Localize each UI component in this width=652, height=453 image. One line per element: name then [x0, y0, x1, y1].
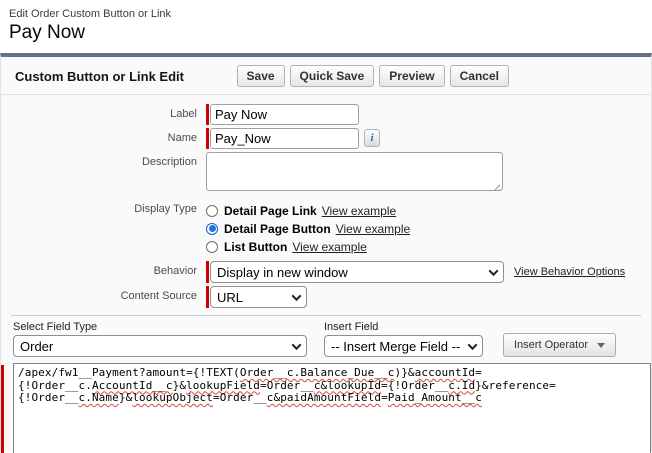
field-type-selected-value: Order: [20, 338, 54, 354]
behavior-row: Behavior Display in new window View Beha…: [1, 261, 651, 283]
radio-option-label[interactable]: List Button: [224, 240, 287, 254]
page-title: Pay Now: [9, 22, 86, 43]
breadcrumb: Edit Order Custom Button or Link: [9, 8, 172, 20]
required-indicator: [206, 286, 209, 308]
preview-button[interactable]: Preview: [379, 65, 445, 87]
insert-field-select[interactable]: -- Insert Merge Field --: [324, 335, 483, 357]
view-behavior-options-link[interactable]: View Behavior Options: [514, 266, 625, 278]
required-indicator: [206, 261, 209, 283]
page-header: Edit Order Custom Button or Link Pay Now: [0, 0, 652, 44]
view-example-link[interactable]: View example: [292, 240, 366, 254]
action-button-group: Save Quick Save Preview Cancel: [236, 65, 509, 87]
label-field-label: Label: [170, 108, 197, 120]
view-example-link[interactable]: View example: [322, 204, 396, 218]
behavior-label: Behavior: [153, 265, 197, 277]
field-type-label: Select Field Type: [13, 321, 98, 333]
description-textarea[interactable]: [206, 152, 503, 191]
section-title: Custom Button or Link Edit: [15, 68, 184, 84]
cancel-button[interactable]: Cancel: [449, 65, 509, 87]
insert-field-column: Insert Field -- Insert Merge Field --: [324, 321, 483, 357]
chevron-down-icon: [467, 339, 478, 350]
radio-option-label[interactable]: Detail Page Button: [224, 222, 331, 236]
description-field-label: Description: [141, 156, 197, 168]
quick-save-button[interactable]: Quick Save: [289, 65, 375, 87]
content-source-row: Content Source URL: [1, 286, 651, 308]
name-row: Name i: [1, 128, 651, 149]
label-row: Label: [1, 104, 651, 125]
insert-operator-label: Insert Operator: [514, 339, 588, 351]
radio-option-list-button: List Button View example: [206, 238, 410, 255]
edit-panel: Custom Button or Link Edit Save Quick Sa…: [0, 53, 652, 453]
edit-form: Label Name i Description: [1, 95, 651, 308]
info-icon[interactable]: i: [364, 129, 380, 147]
chevron-down-icon: [291, 290, 302, 301]
formula-editor-toolbar: Select Field Type Order Insert Field -- …: [1, 321, 651, 357]
radio-option-detail-page-link: Detail Page Link View example: [206, 202, 410, 219]
name-input[interactable]: [210, 128, 359, 149]
insert-operator-button[interactable]: Insert Operator: [503, 333, 616, 357]
insert-field-selected-value: -- Insert Merge Field --: [331, 338, 461, 354]
content-source-selected-value: URL: [217, 289, 244, 305]
save-button[interactable]: Save: [236, 65, 285, 87]
radio-option-detail-page-button: Detail Page Button View example: [206, 220, 410, 237]
insert-field-label: Insert Field: [324, 321, 379, 333]
required-indicator: [206, 104, 209, 125]
section-divider: [11, 315, 641, 316]
formula-area: /apex/fw1__Payment?amount={!TEXT(Order__…: [1, 363, 651, 453]
field-type-select[interactable]: Order: [13, 335, 307, 357]
content-source-label: Content Source: [120, 290, 197, 302]
behavior-selected-value: Display in new window: [217, 264, 348, 280]
required-indicator: [206, 128, 209, 149]
radio-button-icon[interactable]: [206, 240, 218, 253]
page: Edit Order Custom Button or Link Pay Now…: [0, 0, 652, 453]
radio-option-label[interactable]: Detail Page Link: [224, 204, 317, 218]
chevron-down-icon: [488, 265, 499, 276]
panel-header: Custom Button or Link Edit Save Quick Sa…: [1, 57, 651, 95]
display-type-row: Display Type Detail Page Link View examp…: [1, 199, 651, 256]
display-type-label: Display Type: [134, 203, 197, 215]
name-field-label: Name: [167, 132, 197, 144]
formula-textarea[interactable]: /apex/fw1__Payment?amount={!TEXT(Order__…: [13, 363, 651, 453]
field-type-column: Select Field Type Order: [13, 321, 307, 357]
description-row: Description: [1, 152, 651, 196]
label-input[interactable]: [210, 104, 359, 125]
content-source-select[interactable]: URL: [210, 286, 307, 308]
chevron-down-icon: [291, 339, 302, 350]
formula-editor: Select Field Type Order Insert Field -- …: [1, 321, 651, 453]
required-indicator: [1, 365, 4, 453]
behavior-select[interactable]: Display in new window: [210, 261, 504, 283]
description-textarea-wrap: [206, 152, 503, 196]
radio-button-icon[interactable]: [206, 222, 218, 235]
dropdown-arrow-icon: [596, 342, 605, 348]
view-example-link[interactable]: View example: [336, 222, 410, 236]
display-type-options: Detail Page Link View example Detail Pag…: [206, 199, 410, 256]
radio-button-icon[interactable]: [206, 204, 218, 217]
